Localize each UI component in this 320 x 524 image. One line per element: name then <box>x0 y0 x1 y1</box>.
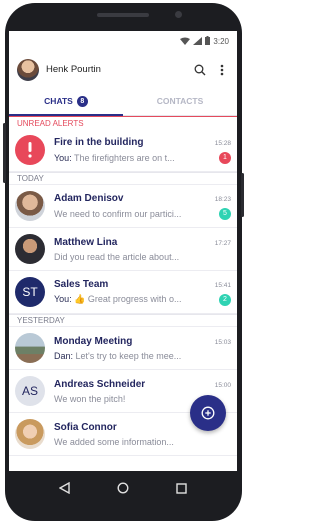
unread-badge: 5 <box>219 207 231 220</box>
chat-name: Sales Team <box>54 278 109 290</box>
tab-contacts[interactable]: CONTACTS <box>123 87 237 115</box>
speaker-grille <box>97 13 149 17</box>
section-header-today: TODAY <box>9 172 237 185</box>
chat-row-fire[interactable]: Fire in the building 15:28 You: The fire… <box>9 129 237 172</box>
chat-name: Adam Denisov <box>54 192 124 204</box>
user-avatar[interactable] <box>17 58 39 81</box>
chat-time: 17:27 <box>214 239 231 247</box>
tab-contacts-label: CONTACTS <box>156 96 204 106</box>
alert-avatar <box>15 135 45 165</box>
chat-name: Andreas Schneider <box>54 378 146 390</box>
battery-icon <box>205 36 211 47</box>
chat-time: 15:00 <box>214 381 231 389</box>
chat-body: Monday Meeting 15:03 Dan: Let's try to k… <box>54 336 231 361</box>
status-time: 3:20 <box>213 37 229 46</box>
chat-sender: You: <box>54 294 72 304</box>
new-chat-icon <box>201 406 215 420</box>
android-nav-bar <box>9 471 237 509</box>
chat-sender: You: <box>54 152 72 163</box>
avatar-sofia <box>15 419 45 449</box>
chat-name: Matthew Lina <box>54 236 118 248</box>
volume-button <box>3 123 6 183</box>
chat-row-monday[interactable]: Monday Meeting 15:03 Dan: Let's try to k… <box>9 327 237 370</box>
avatar-sales-team: ST <box>15 277 45 307</box>
chat-time: 15:03 <box>214 338 231 346</box>
chat-row-sales[interactable]: ST Sales Team 15:41 You: 👍 Great progres… <box>9 271 237 314</box>
tab-chats-label: CHATS <box>44 96 73 106</box>
chat-preview: Did you read the article about... <box>54 251 180 262</box>
chat-preview-text: 👍 Great progress with o... <box>71 294 182 304</box>
recents-icon[interactable] <box>176 481 188 499</box>
chat-preview: We added some information... <box>54 436 174 447</box>
chat-preview: You: The firefighters are on t... <box>54 153 215 163</box>
chat-body: Sales Team 15:41 You: 👍 Great progress w… <box>54 279 231 306</box>
section-header-yesterday: YESTERDAY <box>9 314 237 327</box>
chat-row-adam[interactable]: Adam Denisov 18:23 We need to confirm ou… <box>9 185 237 228</box>
chat-name: Monday Meeting <box>54 335 133 347</box>
search-icon[interactable] <box>191 61 209 79</box>
header-username: Henk Pourtin <box>46 64 101 75</box>
tab-chats[interactable]: CHATS 8 <box>9 87 123 116</box>
unread-badge: 1 <box>219 151 231 164</box>
tab-bar: CHATS 8 CONTACTS <box>9 87 237 116</box>
avatar-monday-meeting <box>15 333 45 363</box>
tab-chats-badge: 8 <box>76 95 88 107</box>
chat-time: 15:28 <box>214 139 231 147</box>
chat-sender: Dan: <box>54 350 74 361</box>
chat-preview: Dan: Let's try to keep the mee... <box>54 351 231 361</box>
unread-badge: 2 <box>219 293 231 306</box>
home-icon[interactable] <box>117 481 129 499</box>
chat-name: Fire in the building <box>54 136 144 148</box>
avatar-matthew <box>15 234 45 264</box>
chat-preview-text: Let's try to keep the mee... <box>73 350 182 361</box>
front-camera <box>175 11 182 18</box>
signal-icon <box>193 36 203 47</box>
chat-time: 18:23 <box>214 195 231 203</box>
section-header-unread: UNREAD ALERTS <box>9 116 237 129</box>
exclamation-icon <box>28 142 32 158</box>
chat-body: Adam Denisov 18:23 We need to confirm ou… <box>54 193 231 220</box>
wifi-icon <box>180 37 191 47</box>
back-icon[interactable] <box>58 481 70 499</box>
avatar-andreas: AS <box>15 376 45 406</box>
more-options-icon[interactable] <box>213 61 231 79</box>
new-chat-button[interactable] <box>190 395 226 431</box>
power-button <box>241 173 244 217</box>
chat-time: 15:41 <box>214 281 231 289</box>
chat-preview-text: The firefighters are on t... <box>71 152 175 163</box>
chat-preview: You: 👍 Great progress with o... <box>54 294 215 305</box>
chat-preview: We need to confirm our partici... <box>54 208 182 219</box>
chat-body: Matthew Lina 17:27 Did you read the arti… <box>54 237 231 262</box>
chat-body: Fire in the building 15:28 You: The fire… <box>54 137 231 164</box>
app-header: Henk Pourtin <box>9 52 237 87</box>
avatar-adam <box>15 191 45 221</box>
status-bar: 3:20 <box>9 31 237 52</box>
chat-row-matthew[interactable]: Matthew Lina 17:27 Did you read the arti… <box>9 228 237 271</box>
